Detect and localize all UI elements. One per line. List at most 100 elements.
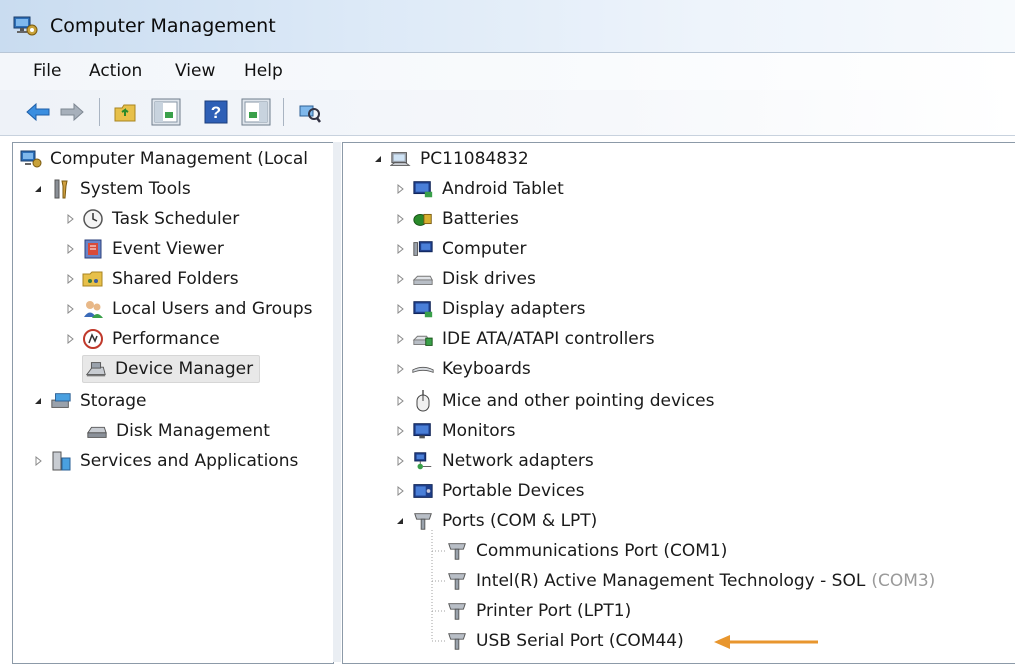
device-root-pc[interactable]: PC11084832 (372, 145, 529, 173)
device-category-label: Network adapters (442, 451, 594, 471)
collapsed-triangle-icon[interactable] (394, 455, 406, 467)
tree-label: System Tools (80, 179, 191, 199)
collapsed-triangle-icon[interactable] (64, 273, 76, 285)
menu-view[interactable]: View (175, 61, 215, 81)
up-folder-icon[interactable] (110, 96, 142, 128)
device-category-label: Keyboards (442, 359, 531, 379)
expanded-triangle-icon[interactable] (372, 153, 384, 165)
tree-item-event-viewer[interactable]: Event Viewer (64, 235, 224, 263)
collapsed-triangle-icon[interactable] (64, 303, 76, 315)
help-icon[interactable]: ? (200, 96, 232, 128)
port-item-lpt1[interactable]: Printer Port (LPT1) (446, 597, 631, 625)
expanded-triangle-icon[interactable] (32, 395, 44, 407)
collapsed-triangle-icon[interactable] (394, 273, 406, 285)
collapsed-triangle-icon[interactable] (64, 333, 76, 345)
tree-item-shared-folders[interactable]: Shared Folders (64, 265, 239, 293)
monitor-icon (412, 420, 434, 442)
disk-icon (86, 420, 108, 442)
port-item-usb-serial[interactable]: USB Serial Port (COM44) (446, 627, 684, 655)
device-category-label: Disk drives (442, 269, 536, 289)
collapsed-triangle-icon[interactable] (394, 485, 406, 497)
device-category-ports[interactable]: Ports (COM & LPT) (394, 507, 597, 535)
portable-device-icon (412, 480, 434, 502)
title-bar: Computer Management (0, 0, 1015, 52)
device-category-keyboards[interactable]: Keyboards (394, 355, 531, 383)
show-hide-action-pane-icon[interactable] (240, 96, 272, 128)
device-category-disk-drives[interactable]: Disk drives (394, 265, 536, 293)
shared-folder-icon (82, 268, 104, 290)
window-title: Computer Management (50, 15, 276, 37)
tree-label: Storage (80, 391, 147, 411)
collapsed-triangle-icon[interactable] (394, 333, 406, 345)
menu-file[interactable]: File (33, 61, 61, 81)
show-hide-console-tree-icon[interactable] (150, 96, 182, 128)
disk-drive-icon (412, 268, 434, 290)
collapsed-triangle-icon[interactable] (394, 213, 406, 225)
display-adapter-icon (412, 298, 434, 320)
tree-label: Device Manager (115, 359, 254, 379)
device-category-label: Portable Devices (442, 481, 585, 501)
tree-item-storage[interactable]: Storage (32, 387, 147, 415)
port-item-amt-sol[interactable]: Intel(R) Active Management Technology - … (446, 567, 935, 595)
tree-item-computer-management[interactable]: Computer Management (Local (20, 145, 308, 173)
computer-management-icon (12, 14, 38, 43)
device-category-ide-ata-atapi[interactable]: IDE ATA/ATAPI controllers (394, 325, 655, 353)
collapsed-triangle-icon[interactable] (394, 303, 406, 315)
port-icon (412, 510, 434, 532)
tree-item-device-manager[interactable]: Device Manager (82, 355, 261, 383)
port-label: Communications Port (COM1) (476, 541, 728, 561)
forward-arrow-icon[interactable] (56, 96, 88, 128)
device-category-batteries[interactable]: Batteries (394, 205, 519, 233)
device-category-android-tablet[interactable]: Android Tablet (394, 175, 564, 203)
device-category-label: Display adapters (442, 299, 586, 319)
tree-label: Disk Management (116, 421, 270, 441)
device-category-label: Computer (442, 239, 527, 259)
device-category-network-adapters[interactable]: Network adapters (394, 447, 594, 475)
collapsed-triangle-icon[interactable] (64, 243, 76, 255)
monitor-icon (412, 178, 434, 200)
device-root-label: PC11084832 (420, 149, 529, 169)
back-arrow-icon[interactable] (22, 96, 54, 128)
tree-item-performance[interactable]: Performance (64, 325, 220, 353)
tools-icon (50, 178, 72, 200)
port-label: Printer Port (LPT1) (476, 601, 632, 621)
tree-item-local-users-and-groups[interactable]: Local Users and Groups (64, 295, 312, 323)
computer-management-icon (20, 148, 42, 170)
tree-item-system-tools[interactable]: System Tools (32, 175, 191, 203)
event-log-icon (82, 238, 104, 260)
collapsed-triangle-icon[interactable] (394, 243, 406, 255)
collapsed-triangle-icon[interactable] (32, 455, 44, 467)
device-category-mice[interactable]: Mice and other pointing devices (394, 387, 714, 415)
port-item-com1[interactable]: Communications Port (COM1) (446, 537, 727, 565)
annotation-arrow-icon (714, 635, 818, 649)
pane-splitter[interactable] (333, 142, 341, 662)
device-category-computer[interactable]: Computer (394, 235, 527, 263)
scan-hardware-icon[interactable] (293, 96, 325, 128)
collapsed-triangle-icon[interactable] (64, 213, 76, 225)
device-category-portable-devices[interactable]: Portable Devices (394, 477, 585, 505)
collapsed-triangle-icon[interactable] (394, 363, 406, 375)
performance-icon (82, 328, 104, 350)
collapsed-triangle-icon[interactable] (394, 395, 406, 407)
services-icon (50, 450, 72, 472)
tree-item-task-scheduler[interactable]: Task Scheduler (64, 205, 239, 233)
menu-help[interactable]: Help (244, 61, 283, 81)
menu-action[interactable]: Action (89, 61, 142, 81)
tree-item-services-and-applications[interactable]: Services and Applications (32, 447, 298, 475)
device-category-monitors[interactable]: Monitors (394, 417, 515, 445)
ide-controller-icon (412, 328, 434, 350)
collapsed-triangle-icon[interactable] (394, 183, 406, 195)
storage-icon (50, 390, 72, 412)
device-category-display-adapters[interactable]: Display adapters (394, 295, 585, 323)
tree-label: Computer Management (Local (50, 149, 308, 169)
device-category-label: Ports (COM & LPT) (442, 511, 598, 531)
keyboard-icon (412, 358, 434, 380)
port-label-suffix: (COM3) (871, 571, 936, 591)
tree-connector-lines (431, 530, 446, 642)
tree-item-disk-management[interactable]: Disk Management (86, 417, 270, 445)
computer-icon (412, 238, 434, 260)
expanded-triangle-icon[interactable] (394, 515, 406, 527)
expanded-triangle-icon[interactable] (32, 183, 44, 195)
toolbar: ? (0, 90, 1015, 136)
collapsed-triangle-icon[interactable] (394, 425, 406, 437)
